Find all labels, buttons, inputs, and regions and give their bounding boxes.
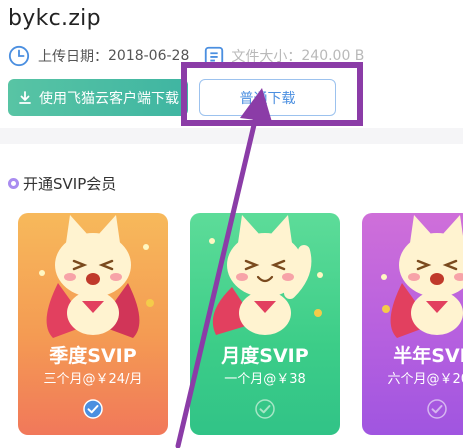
normal-download-label: 普通下载: [239, 90, 296, 107]
svip-plan-card-quarterly[interactable]: 季度SVIP 三个月@￥24/月: [18, 213, 168, 435]
client-download-label: 使用飞猫云客户端下载: [39, 90, 179, 107]
file-size-icon: [205, 46, 224, 66]
plan-price: 六个月@￥20/月: [387, 372, 463, 387]
plan-name: 月度SVIP: [221, 345, 309, 367]
upload-date-label: 上传日期：: [38, 49, 108, 65]
svip-plan-card-monthly[interactable]: 月度SVIP 一个月@￥38: [190, 213, 340, 435]
download-icon: [19, 90, 31, 104]
file-size-value: 240.00 B: [301, 48, 365, 64]
plan-name: 季度SVIP: [49, 345, 137, 367]
plan-name: 半年SVIP: [393, 345, 463, 367]
file-meta-row: 上传日期： 2018-06-28 文件大小： 240.00 B: [8, 44, 364, 68]
plan-price: 一个月@￥38: [224, 372, 306, 387]
plan-price: 三个月@￥24/月: [43, 372, 143, 387]
clock-icon: [8, 45, 30, 67]
check-circle-icon: [255, 399, 275, 419]
file-size-label: 文件大小：: [231, 49, 302, 65]
client-download-button[interactable]: 使用飞猫云客户端下载: [8, 79, 188, 116]
cat-mascot-icon: [381, 215, 463, 338]
cat-mascot-icon: [39, 215, 154, 338]
svip-section-label: 开通SVIP会员: [23, 174, 117, 193]
file-name: bykc.zip: [8, 6, 101, 31]
check-circle-icon: [83, 399, 103, 419]
ring-icon: [8, 177, 19, 189]
svip-plan-card-halfyear[interactable]: 半年SVIP 六个月@￥20/月: [362, 213, 463, 435]
cat-mascot-icon: [209, 215, 323, 335]
check-circle-icon: [427, 399, 447, 419]
svip-section-title: 开通SVIP会员: [8, 172, 116, 194]
normal-download-button[interactable]: 普通下载: [199, 79, 336, 116]
section-divider: [0, 128, 463, 144]
upload-date-value: 2018-06-28: [108, 48, 190, 64]
